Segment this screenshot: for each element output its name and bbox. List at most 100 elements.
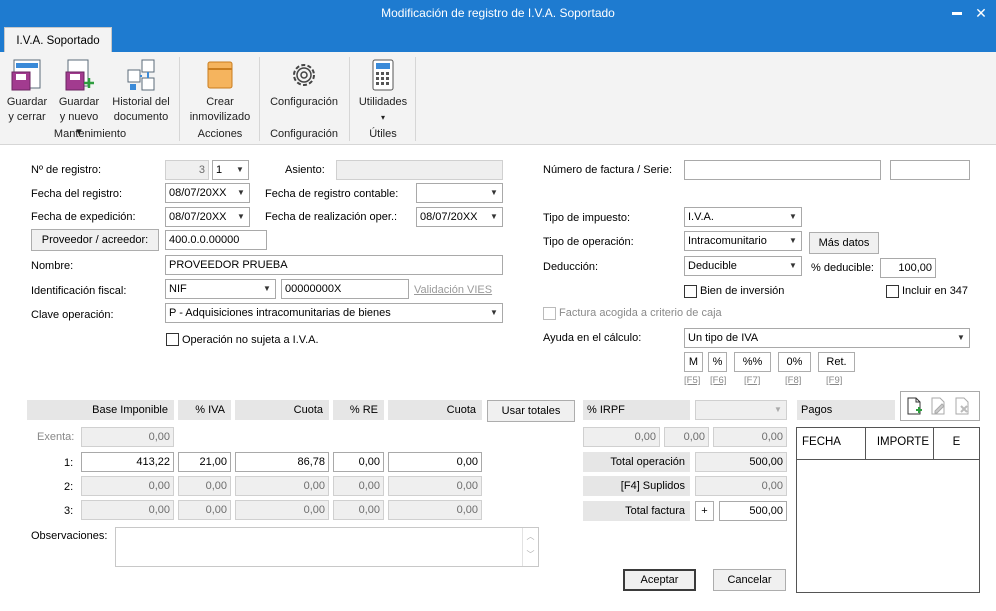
validacion-vies-link[interactable]: Validación VIES bbox=[414, 284, 492, 296]
delete-document-icon[interactable] bbox=[953, 397, 971, 415]
total-operacion-label: Total operación bbox=[583, 452, 690, 472]
fecha-registro-field[interactable]: 08/07/20XX ▼ bbox=[165, 183, 250, 203]
aceptar-button[interactable]: Aceptar bbox=[623, 569, 696, 591]
window-title: Modificación de registro de I.V.A. Sopor… bbox=[381, 6, 615, 20]
pagos-col-e: E bbox=[952, 436, 961, 448]
fecha-contable-label: Fecha de registro contable: bbox=[265, 188, 399, 200]
irpf-field-2: 0,00 bbox=[664, 427, 709, 447]
proveedor-code-field[interactable]: 400.0.0.00000 bbox=[165, 230, 267, 250]
no-sujeta-label: Operación no sujeta a I.V.A. bbox=[182, 334, 319, 346]
tipo-impuesto-label: Tipo de impuesto: bbox=[543, 212, 631, 224]
ident-fiscal-label: Identificación fiscal: bbox=[31, 285, 127, 297]
utilidades-button[interactable]: Utilidades ▾ bbox=[354, 58, 412, 125]
fecha-realizacion-field[interactable]: 08/07/20XX ▼ bbox=[416, 207, 503, 227]
save-close-icon bbox=[11, 59, 41, 91]
irpf-select: ▼ bbox=[695, 400, 787, 420]
criterio-caja-label: Factura acogida a criterio de caja bbox=[559, 307, 722, 319]
row-1-iva-field[interactable]: 21,00 bbox=[178, 452, 231, 472]
row-2-base-field: 0,00 bbox=[81, 476, 174, 496]
bien-inversion-label: Bien de inversión bbox=[700, 285, 785, 297]
close-button[interactable]: ✕ bbox=[966, 2, 996, 24]
numero-factura-field[interactable] bbox=[684, 160, 881, 180]
pct-deducible-field[interactable]: 100,00 bbox=[880, 258, 936, 278]
criterio-caja-checkbox[interactable] bbox=[543, 307, 556, 320]
ribbon-separator bbox=[259, 57, 260, 141]
serie-factura-field[interactable] bbox=[890, 160, 970, 180]
row-1-cuota-field[interactable]: 86,78 bbox=[235, 452, 329, 472]
bien-inversion-checkbox[interactable] bbox=[684, 285, 697, 298]
ident-tipo-select[interactable]: NIF ▼ bbox=[165, 279, 276, 299]
row-1-cuota-re-field[interactable]: 0,00 bbox=[388, 452, 482, 472]
row-3-re-field: 0,00 bbox=[333, 500, 384, 520]
row-1-base-field[interactable]: 413,22 bbox=[81, 452, 174, 472]
row-3-cuota-re-field: 0,00 bbox=[388, 500, 482, 520]
serie-registro-select[interactable]: 1 ▼ bbox=[212, 160, 249, 180]
ident-num-field[interactable]: 00000000X bbox=[281, 279, 409, 299]
group-acciones: Acciones bbox=[197, 128, 243, 140]
scroll-up-icon[interactable]: ︿ bbox=[523, 528, 538, 546]
suplidos-label: [F4] Suplidos bbox=[583, 476, 690, 496]
row-2-iva-field: 0,00 bbox=[178, 476, 231, 496]
chevron-down-icon: ▼ bbox=[789, 212, 797, 221]
calc-ret-button[interactable]: Ret. bbox=[818, 352, 855, 372]
chevron-down-icon: ▼ bbox=[263, 284, 271, 293]
total-factura-label: Total factura bbox=[583, 501, 690, 521]
plus-button[interactable]: + bbox=[695, 501, 714, 521]
guardar-cerrar-button[interactable]: Guardar y cerrar bbox=[4, 58, 50, 125]
observaciones-textarea[interactable]: ︿ ﹀ bbox=[115, 527, 539, 567]
chevron-down-icon: ▼ bbox=[789, 236, 797, 245]
calc-m-button[interactable]: M bbox=[684, 352, 703, 372]
nombre-label: Nombre: bbox=[31, 260, 74, 272]
scroll-down-icon[interactable]: ﹀ bbox=[523, 546, 538, 564]
calc-pct-button[interactable]: % bbox=[708, 352, 727, 372]
mas-datos-button[interactable]: Más datos bbox=[809, 232, 879, 254]
tipo-operacion-select[interactable]: Intracomunitario ▼ bbox=[684, 231, 802, 251]
edit-document-icon[interactable] bbox=[929, 397, 947, 415]
chevron-down-icon: ▼ bbox=[237, 212, 245, 221]
tipo-impuesto-select[interactable]: I.V.A. ▼ bbox=[684, 207, 802, 227]
fecha-expedicion-label: Fecha de expedición: bbox=[31, 211, 136, 223]
cancelar-button[interactable]: Cancelar bbox=[713, 569, 786, 591]
tipo-operacion-label: Tipo de operación: bbox=[543, 236, 634, 248]
pct-deducible-label: % deducible: bbox=[811, 262, 874, 274]
calc-zero-button[interactable]: 0% bbox=[778, 352, 811, 372]
fecha-expedicion-field[interactable]: 08/07/20XX ▼ bbox=[165, 207, 250, 227]
history-icon bbox=[127, 59, 155, 91]
no-sujeta-checkbox[interactable] bbox=[166, 333, 179, 346]
row-1-re-field[interactable]: 0,00 bbox=[333, 452, 384, 472]
row-3-base-field: 0,00 bbox=[81, 500, 174, 520]
fecha-contable-field[interactable]: ▼ bbox=[416, 183, 503, 203]
ayuda-calculo-label: Ayuda en el cálculo: bbox=[543, 332, 642, 344]
row-2-label: 2: bbox=[64, 481, 74, 493]
irpf-field-3: 0,00 bbox=[713, 427, 787, 447]
historial-documento-button[interactable]: Historial del documento bbox=[108, 58, 174, 125]
pagos-table[interactable]: FECHA IMPORTE E bbox=[796, 427, 980, 593]
n-registro-label: Nº de registro: bbox=[31, 164, 102, 176]
calc-pctpct-button[interactable]: %% bbox=[734, 352, 771, 372]
proveedor-button[interactable]: Proveedor / acreedor: bbox=[31, 229, 159, 251]
row-2-cuota-field: 0,00 bbox=[235, 476, 329, 496]
usar-totales-button[interactable]: Usar totales bbox=[487, 400, 575, 422]
deduccion-select[interactable]: Deducible ▼ bbox=[684, 256, 802, 276]
gear-icon bbox=[293, 64, 315, 86]
asset-book-icon bbox=[207, 61, 233, 89]
observaciones-scrollbar[interactable]: ︿ ﹀ bbox=[522, 528, 538, 566]
clave-operacion-select[interactable]: P - Adquisiciones intracomunitarias de b… bbox=[165, 303, 503, 323]
total-operacion-field: 500,00 bbox=[695, 452, 787, 472]
f8-hint: [F8] bbox=[785, 375, 802, 386]
ribbon-separator bbox=[179, 57, 180, 141]
ayuda-calculo-select[interactable]: Un tipo de IVA ▼ bbox=[684, 328, 970, 348]
nombre-field[interactable]: PROVEEDOR PRUEBA bbox=[165, 255, 503, 275]
new-document-icon[interactable] bbox=[905, 397, 923, 415]
total-factura-field[interactable]: 500,00 bbox=[719, 501, 787, 521]
pagos-title: Pagos bbox=[797, 400, 895, 420]
clave-operacion-label: Clave operación: bbox=[31, 309, 114, 321]
row-1-label: 1: bbox=[64, 457, 74, 469]
f9-hint: [F9] bbox=[826, 375, 843, 386]
header-irpf: % IRPF bbox=[583, 400, 690, 420]
tab-iva-soportado[interactable]: I.V.A. Soportado bbox=[4, 27, 112, 53]
incluir-347-checkbox[interactable] bbox=[886, 285, 899, 298]
crear-inmovilizado-button[interactable]: Crear inmovilizado bbox=[186, 58, 254, 125]
configuracion-button[interactable]: Configuración bbox=[264, 58, 344, 110]
chevron-down-icon: ▼ bbox=[789, 261, 797, 270]
